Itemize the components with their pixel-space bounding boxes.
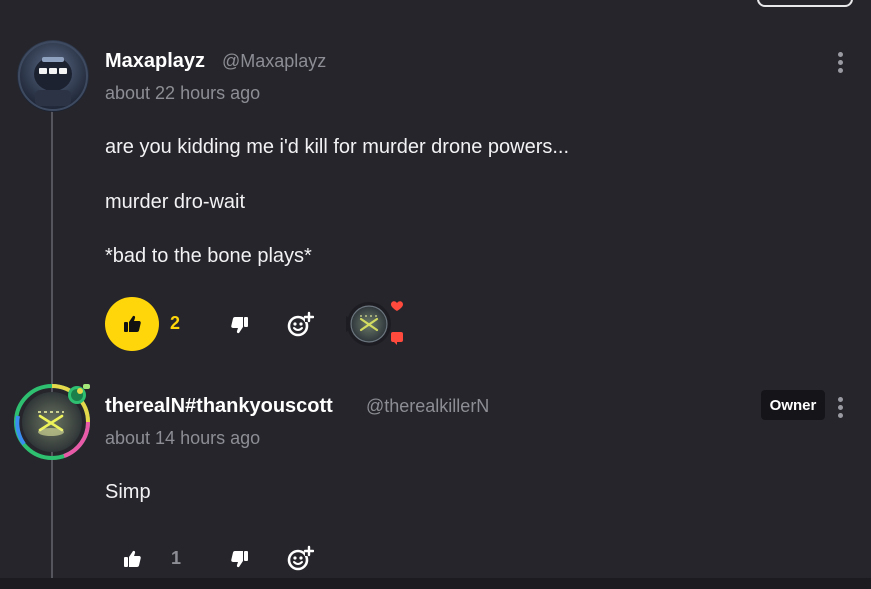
comment-thread-page: Maxaplayz @Maxaplayz about 22 hours ago …: [0, 0, 871, 589]
add-reaction-button[interactable]: [284, 309, 316, 341]
avatar[interactable]: [14, 382, 92, 460]
dislike-button[interactable]: [226, 311, 254, 339]
kebab-menu-icon[interactable]: [835, 397, 845, 421]
like-button[interactable]: [105, 297, 159, 351]
add-reaction-icon: [287, 545, 314, 571]
user-handle[interactable]: @Maxaplayz: [222, 51, 326, 72]
comment-text-line: are you kidding me i'd kill for murder d…: [105, 136, 570, 158]
like-count: 1: [171, 548, 182, 568]
like-count: 2: [170, 313, 181, 333]
add-reaction-icon: [287, 311, 314, 337]
speech-bubble-icon: [391, 332, 403, 345]
top-outline-button[interactable]: [757, 0, 853, 7]
thread-line: [51, 108, 53, 578]
thumbs-down-icon: [231, 551, 248, 568]
user-handle[interactable]: @therealkillerN: [366, 396, 489, 417]
bottom-bar: [0, 578, 871, 589]
comment-text-line: murder dro-wait: [105, 191, 246, 213]
comment-text-line: *bad to the bone plays*: [105, 245, 312, 267]
username[interactable]: therealN#thankyouscott: [105, 395, 333, 418]
like-button[interactable]: [118, 545, 146, 573]
thumbs-down-icon: [231, 317, 248, 334]
heart-icon: [391, 301, 403, 311]
comment-text-line: Simp: [105, 481, 151, 503]
username[interactable]: Maxaplayz: [105, 50, 205, 73]
reactor-avatar[interactable]: [342, 299, 408, 349]
thumbs-up-icon: [124, 550, 141, 567]
owner-badge: Owner: [761, 390, 825, 420]
timestamp: about 22 hours ago: [105, 83, 261, 103]
add-reaction-button[interactable]: [284, 543, 316, 575]
timestamp: about 14 hours ago: [105, 428, 261, 448]
kebab-menu-icon[interactable]: [835, 52, 845, 76]
avatar[interactable]: [17, 40, 89, 112]
dislike-button[interactable]: [226, 545, 254, 573]
thumbs-up-icon: [124, 315, 141, 332]
